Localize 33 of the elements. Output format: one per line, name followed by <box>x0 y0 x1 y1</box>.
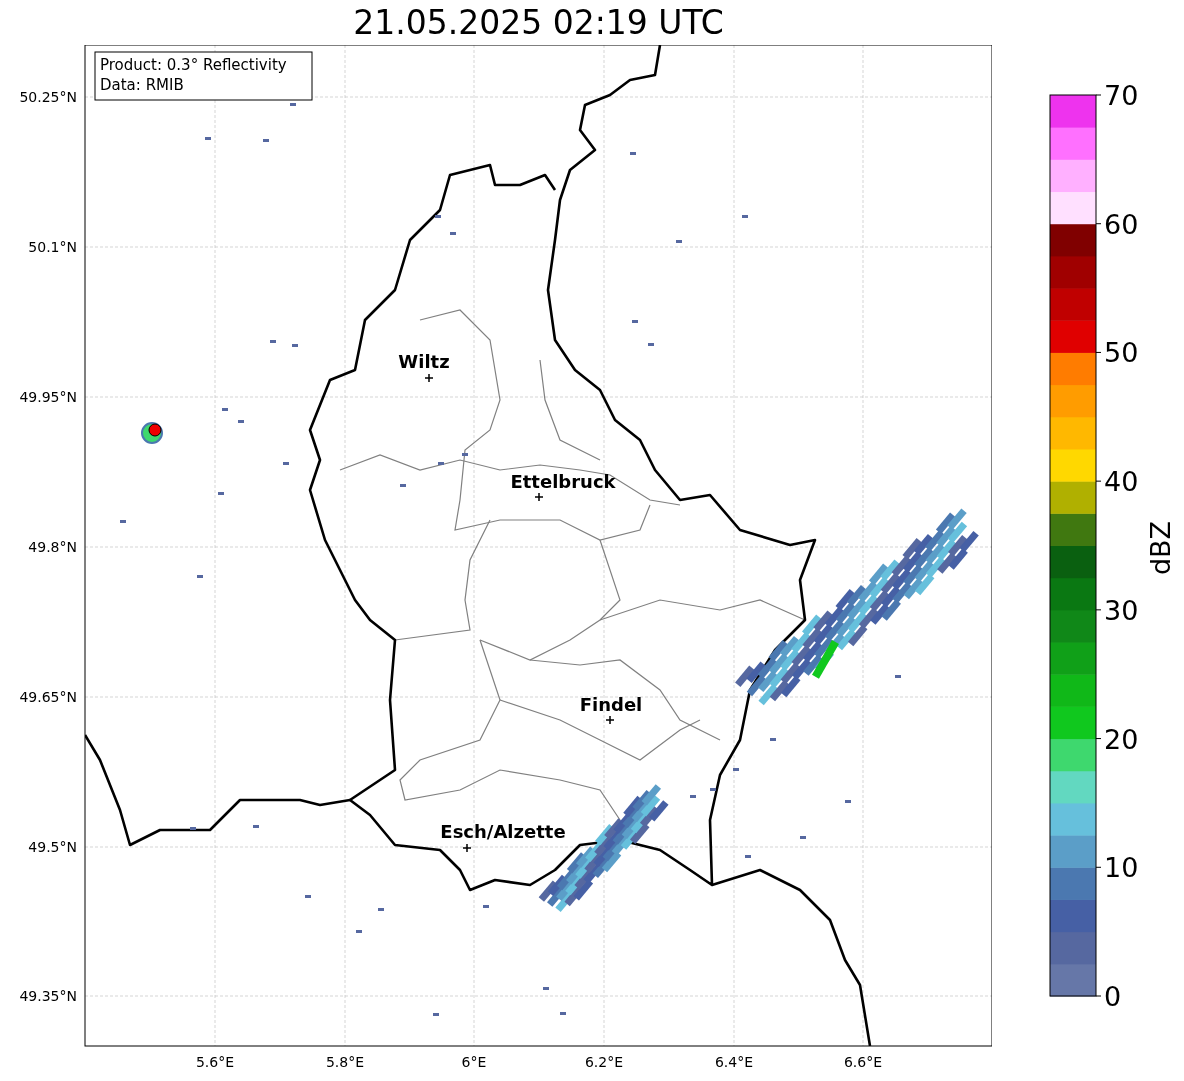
info-text: Data: RMIB <box>100 76 184 94</box>
city-label: Wiltz <box>398 351 450 372</box>
longitude-label: 5.8°E <box>325 1054 365 1070</box>
longitude-label: 6.6°E <box>843 1054 883 1070</box>
city-label: Esch/Alzette <box>440 821 566 842</box>
latitude-label: 49.5°N <box>28 839 77 855</box>
colorbar-tick-label: 10 <box>1104 852 1139 884</box>
city-label: Ettelbruck <box>510 471 616 492</box>
city-label: Findel <box>579 694 643 715</box>
longitude-label: 6.2°E <box>584 1054 624 1070</box>
longitude-label: 6°E <box>461 1054 487 1070</box>
latitude-label: 49.65°N <box>19 689 77 705</box>
latitude-label: 50.25°N <box>19 89 77 105</box>
city-marker-icon <box>424 373 434 383</box>
latitude-label: 50.1°N <box>28 239 77 255</box>
latitude-label: 49.95°N <box>19 389 77 405</box>
colorbar-tick-label: 0 <box>1104 981 1122 1012</box>
info-text: Product: 0.3° Reflectivity <box>100 56 287 74</box>
city-marker-icon <box>534 492 544 502</box>
longitude-label: 6.4°E <box>714 1054 754 1070</box>
city-marker-icon <box>605 715 615 725</box>
chart-title: 21.05.2025 02:19 UTC <box>353 2 724 44</box>
colorbar-tick-label: 70 <box>1104 80 1139 111</box>
latitude-label: 49.35°N <box>19 988 77 1004</box>
city-marker-icon <box>462 843 472 853</box>
latitude-label: 49.8°N <box>28 539 77 555</box>
colorbar-tick-label: 60 <box>1104 208 1139 240</box>
colorbar-tick-label: 50 <box>1104 337 1139 369</box>
longitude-label: 5.6°E <box>195 1054 235 1070</box>
colorbar-tick-label: 30 <box>1104 594 1139 626</box>
colorbar-tick-label: 40 <box>1104 466 1139 498</box>
colorbar-tick-label: 20 <box>1104 723 1139 755</box>
colorbar-label: dBZ <box>1145 520 1176 576</box>
